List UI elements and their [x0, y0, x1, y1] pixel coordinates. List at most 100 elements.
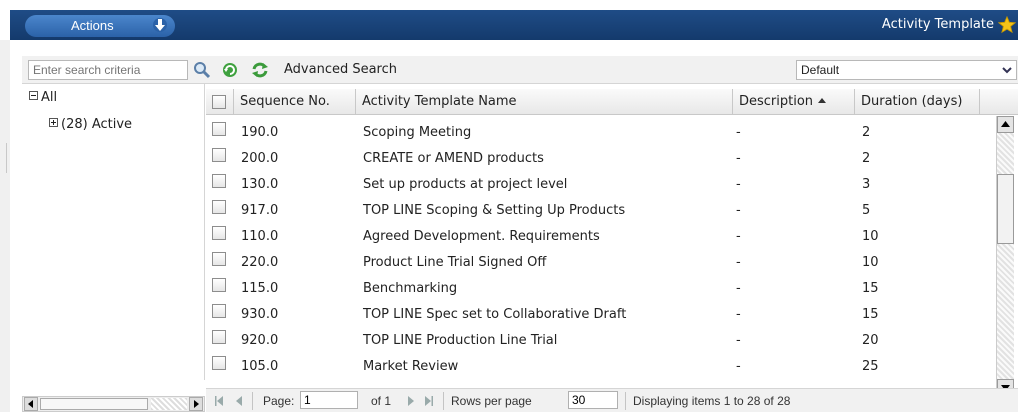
scroll-thumb[interactable] — [40, 398, 148, 410]
cell-name: CREATE or AMEND products — [363, 151, 544, 166]
search-icon[interactable] — [193, 61, 211, 79]
select-all-checkbox[interactable] — [212, 95, 226, 109]
row-checkbox[interactable] — [212, 356, 226, 370]
row-checkbox[interactable] — [212, 278, 226, 292]
advanced-search-link[interactable]: Advanced Search — [284, 62, 397, 77]
cell-name: TOP LINE Scoping & Setting Up Products — [363, 203, 626, 218]
view-select-value: Default — [801, 63, 840, 77]
cell-duration: 15 — [862, 281, 879, 296]
tree-node-label: All — [41, 90, 58, 105]
column-header-description[interactable]: Description — [733, 89, 855, 115]
tree-horizontal-scrollbar[interactable] — [22, 396, 205, 412]
table-row[interactable]: 920.0 TOP LINE Production Line Trial - 20 — [206, 328, 996, 354]
table-row[interactable]: 220.0 Product Line Trial Signed Off - 10 — [206, 250, 996, 276]
filter-tree: All (28) Active — [22, 84, 205, 380]
divider — [252, 392, 253, 410]
column-header-label: Description — [739, 94, 814, 109]
cell-name: Agreed Development. Requirements — [363, 229, 600, 244]
actions-button[interactable]: Actions — [25, 15, 175, 37]
column-header-name[interactable]: Activity Template Name — [356, 89, 733, 115]
view-select[interactable]: Default — [796, 60, 1017, 80]
row-checkbox[interactable] — [212, 252, 226, 266]
reset-search-icon[interactable] — [251, 61, 269, 79]
table-row[interactable]: 105.0 Market Review - 25 — [206, 354, 996, 380]
column-header-duration[interactable]: Duration (days) — [855, 89, 980, 115]
arrow-left-icon — [28, 400, 33, 408]
row-checkbox[interactable] — [212, 330, 226, 344]
row-checkbox[interactable] — [212, 200, 226, 214]
first-page-icon[interactable] — [214, 395, 224, 407]
cell-sequence: 105.0 — [241, 359, 279, 374]
cell-description: - — [736, 177, 741, 192]
cell-name: Set up products at project level — [363, 177, 568, 192]
cell-sequence: 917.0 — [241, 203, 279, 218]
displaying-items-label: Displaying items 1 to 28 of 28 — [633, 394, 791, 408]
search-input[interactable] — [28, 60, 188, 80]
tree-node-active[interactable]: (28) Active — [49, 117, 132, 132]
collapse-icon[interactable] — [29, 91, 38, 100]
page-number-input[interactable] — [300, 391, 358, 409]
row-checkbox[interactable] — [212, 304, 226, 318]
table-row[interactable]: 200.0 CREATE or AMEND products - 2 — [206, 146, 996, 172]
next-page-icon[interactable] — [406, 395, 416, 407]
table-row[interactable]: 917.0 TOP LINE Scoping & Setting Up Produ… — [206, 198, 996, 224]
row-checkbox[interactable] — [212, 174, 226, 188]
grid-header: Sequence No. Activity Template Name Desc… — [206, 89, 1018, 115]
previous-page-icon[interactable] — [234, 395, 244, 407]
table-row[interactable]: 130.0 Set up products at project level - 3 — [206, 172, 996, 198]
scroll-right-button[interactable] — [189, 397, 203, 411]
cell-sequence: 220.0 — [241, 255, 279, 270]
cell-name: TOP LINE Production Line Trial — [363, 333, 558, 348]
cell-sequence: 110.0 — [241, 229, 279, 244]
chevron-down-icon — [1002, 67, 1012, 74]
arrow-right-icon — [194, 400, 199, 408]
cell-duration: 25 — [862, 359, 879, 374]
scroll-thumb[interactable] — [997, 174, 1014, 244]
cell-sequence: 190.0 — [241, 125, 279, 140]
divider — [6, 143, 7, 173]
cell-duration: 15 — [862, 307, 879, 322]
search-toolbar: Advanced Search Default — [22, 56, 1018, 84]
cell-description: - — [736, 359, 741, 374]
cell-name: TOP LINE Spec set to Collaborative Draft — [363, 307, 627, 322]
scroll-track — [151, 398, 187, 410]
cell-sequence: 930.0 — [241, 307, 279, 322]
cell-duration: 2 — [862, 125, 871, 140]
row-checkbox[interactable] — [212, 226, 226, 240]
cell-duration: 3 — [862, 177, 871, 192]
page-label: Page: — [263, 394, 295, 408]
rows-per-page-input[interactable] — [568, 391, 618, 409]
cell-description: - — [736, 151, 741, 166]
rows-per-page-label: Rows per page — [451, 394, 532, 408]
page-count-label: of 1 — [371, 394, 392, 408]
scroll-up-button[interactable] — [997, 116, 1014, 133]
sort-ascending-icon — [818, 98, 827, 103]
table-row[interactable]: 190.0 Scoping Meeting - 2 — [206, 120, 996, 146]
arrow-down-icon — [153, 18, 167, 32]
row-checkbox[interactable] — [212, 122, 226, 136]
cell-duration: 5 — [862, 203, 871, 218]
table-row[interactable]: 930.0 TOP LINE Spec set to Collaborative … — [206, 302, 996, 328]
tree-node-all[interactable]: All — [29, 90, 57, 105]
last-page-icon[interactable] — [424, 395, 434, 407]
table-row[interactable]: 110.0 Agreed Development. Requirements - 10 — [206, 224, 996, 250]
column-header-sequence[interactable]: Sequence No. — [234, 89, 356, 115]
expand-icon[interactable] — [49, 118, 58, 127]
table-row[interactable]: 115.0 Benchmarking - 15 — [206, 276, 996, 302]
cell-sequence: 920.0 — [241, 333, 279, 348]
grid-vertical-scrollbar[interactable] — [996, 116, 1014, 398]
cell-description: - — [736, 125, 741, 140]
row-checkbox[interactable] — [212, 148, 226, 162]
left-collapse-strip[interactable] — [0, 40, 10, 412]
refresh-icon[interactable] — [221, 61, 239, 79]
cell-sequence: 130.0 — [241, 177, 279, 192]
arrow-up-icon — [1001, 121, 1010, 127]
favorite-star-icon[interactable] — [998, 16, 1016, 34]
scroll-left-button[interactable] — [24, 397, 38, 411]
cell-duration: 20 — [862, 333, 879, 348]
pagination-bar: Page: of 1 Rows per page Displaying item… — [206, 388, 1018, 412]
cell-description: - — [736, 307, 741, 322]
cell-name: Scoping Meeting — [363, 125, 472, 140]
top-header-bar: Actions Activity Template — [10, 10, 1018, 40]
activity-template-grid: Sequence No. Activity Template Name Desc… — [206, 84, 1018, 380]
